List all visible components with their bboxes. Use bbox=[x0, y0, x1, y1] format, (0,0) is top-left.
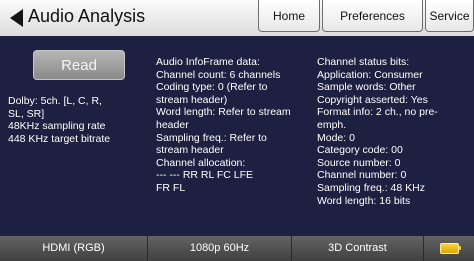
status-bar: HDMI (RGB) 1080p 60Hz 3D Contrast bbox=[0, 236, 474, 261]
infoframe-line: stream header bbox=[156, 144, 224, 157]
interface-status[interactable]: HDMI (RGB) bbox=[0, 236, 148, 261]
channel-allocation-line: --- --- RR RL FC LFE bbox=[156, 169, 254, 182]
channel-status-line: emph. bbox=[317, 118, 347, 131]
summary-line: SL, SR] bbox=[8, 107, 45, 120]
summary-line: 448 KHz target bitrate bbox=[8, 132, 111, 145]
infoframe-heading: Audio InfoFrame data: bbox=[156, 56, 260, 68]
infoframe-line: Sampling freq.: Refer to bbox=[156, 131, 267, 144]
channel-status-line: Application: Consumer bbox=[317, 68, 423, 81]
audio-summary: Dolby: 5ch. [L, C, R, SL, SR] 48KHz samp… bbox=[8, 95, 148, 145]
channel-allocation-line: FR FL bbox=[156, 181, 186, 194]
infoframe-line: stream header) bbox=[156, 93, 228, 106]
battery-indicator[interactable] bbox=[424, 236, 474, 261]
header-bar: Audio Analysis Home Preferences Service bbox=[0, 0, 474, 36]
channel-status-line: Sample words: Other bbox=[317, 81, 416, 94]
video-format-status[interactable]: 1080p 60Hz bbox=[148, 236, 292, 261]
channel-status-line: Source number: 0 bbox=[317, 156, 401, 169]
channel-status-line: Sampling freq.: 48 KHz bbox=[317, 181, 425, 194]
channel-status-line: Mode: 0 bbox=[317, 131, 355, 144]
channel-status-line: Channel number: 0 bbox=[317, 169, 407, 182]
audio-analysis-panel: Read Dolby: 5ch. [L, C, R, SL, SR] 48KHz… bbox=[0, 36, 474, 236]
battery-icon bbox=[440, 243, 459, 254]
tab-preferences[interactable]: Preferences bbox=[322, 0, 423, 32]
page-title: Audio Analysis bbox=[28, 6, 146, 26]
channel-status-data: Channel status bits: Application: Consum… bbox=[317, 56, 472, 207]
infoframe-data: Audio InfoFrame data: Channel count: 6 c… bbox=[156, 56, 313, 195]
channel-status-line: Category code: 00 bbox=[317, 144, 403, 157]
channel-status-line: Word length: 16 bits bbox=[317, 194, 411, 207]
infoframe-line: Channel count: 6 channels bbox=[156, 68, 281, 81]
read-button[interactable]: Read bbox=[33, 50, 125, 80]
infoframe-line: Coding type: 0 (Refer to bbox=[156, 81, 268, 94]
summary-line: Dolby: 5ch. [L, C, R, bbox=[8, 95, 102, 107]
channel-status-line: Format info: 2 ch., no pre- bbox=[317, 106, 438, 119]
battery-tip bbox=[459, 246, 461, 250]
infoframe-line: Channel allocation: bbox=[156, 156, 246, 169]
infoframe-line: Word length: Refer to stream bbox=[156, 106, 291, 119]
tab-home[interactable]: Home bbox=[258, 0, 320, 32]
channel-status-heading: Channel status bits: bbox=[317, 56, 410, 68]
image-status[interactable]: 3D Contrast bbox=[292, 236, 424, 261]
tab-service[interactable]: Service bbox=[425, 0, 474, 32]
infoframe-line: header bbox=[156, 118, 189, 131]
summary-line: 48KHz sampling rate bbox=[8, 120, 106, 133]
channel-status-line: Copyright asserted: Yes bbox=[317, 93, 428, 106]
back-arrow-icon bbox=[10, 9, 23, 27]
